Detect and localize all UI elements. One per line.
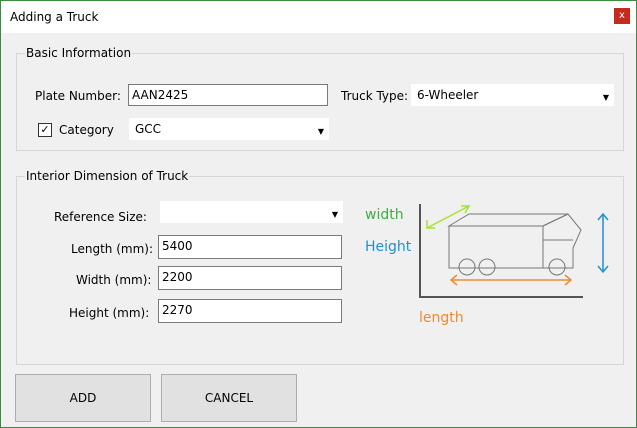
- height-input[interactable]: 2270: [158, 299, 342, 323]
- plate-number-label: Plate Number:: [35, 89, 121, 103]
- truck-diagram: [419, 204, 609, 298]
- chevron-down-icon: ▼: [317, 127, 324, 136]
- width-diagram-label: width: [365, 207, 404, 223]
- length-diagram-label: length: [419, 310, 464, 326]
- title-bar: Adding a Truck x: [1, 1, 636, 33]
- cancel-button[interactable]: CANCEL: [161, 374, 297, 422]
- width-input[interactable]: 2200: [158, 266, 342, 290]
- chevron-down-icon: ▼: [602, 93, 609, 102]
- reference-size-label: Reference Size:: [54, 210, 147, 224]
- category-label: Category: [59, 123, 114, 137]
- category-select[interactable]: GCC ▼: [129, 118, 329, 140]
- chevron-down-icon: ▼: [331, 210, 338, 219]
- add-truck-dialog: Adding a Truck x Basic Information Plate…: [0, 0, 637, 428]
- truck-type-value: 6-Wheeler: [417, 88, 479, 102]
- length-input[interactable]: 5400: [158, 235, 342, 259]
- plate-number-input[interactable]: AAN2425: [128, 84, 328, 106]
- height-label: Height (mm):: [69, 306, 150, 320]
- width-label: Width (mm):: [76, 273, 152, 287]
- truck-type-label: Truck Type:: [341, 89, 409, 103]
- length-label: Length (mm):: [71, 242, 153, 256]
- category-checkbox[interactable]: ✓: [38, 123, 52, 137]
- interior-dimension-legend: Interior Dimension of Truck: [25, 169, 190, 183]
- truck-type-select[interactable]: 6-Wheeler ▼: [411, 84, 614, 106]
- reference-size-select[interactable]: ▼: [160, 201, 343, 223]
- height-diagram-label: Height: [365, 239, 412, 255]
- category-value: GCC: [135, 122, 162, 136]
- add-button[interactable]: ADD: [15, 374, 151, 422]
- basic-information-legend: Basic Information: [25, 46, 133, 60]
- close-button[interactable]: x: [614, 8, 630, 24]
- window-title: Adding a Truck: [10, 10, 99, 24]
